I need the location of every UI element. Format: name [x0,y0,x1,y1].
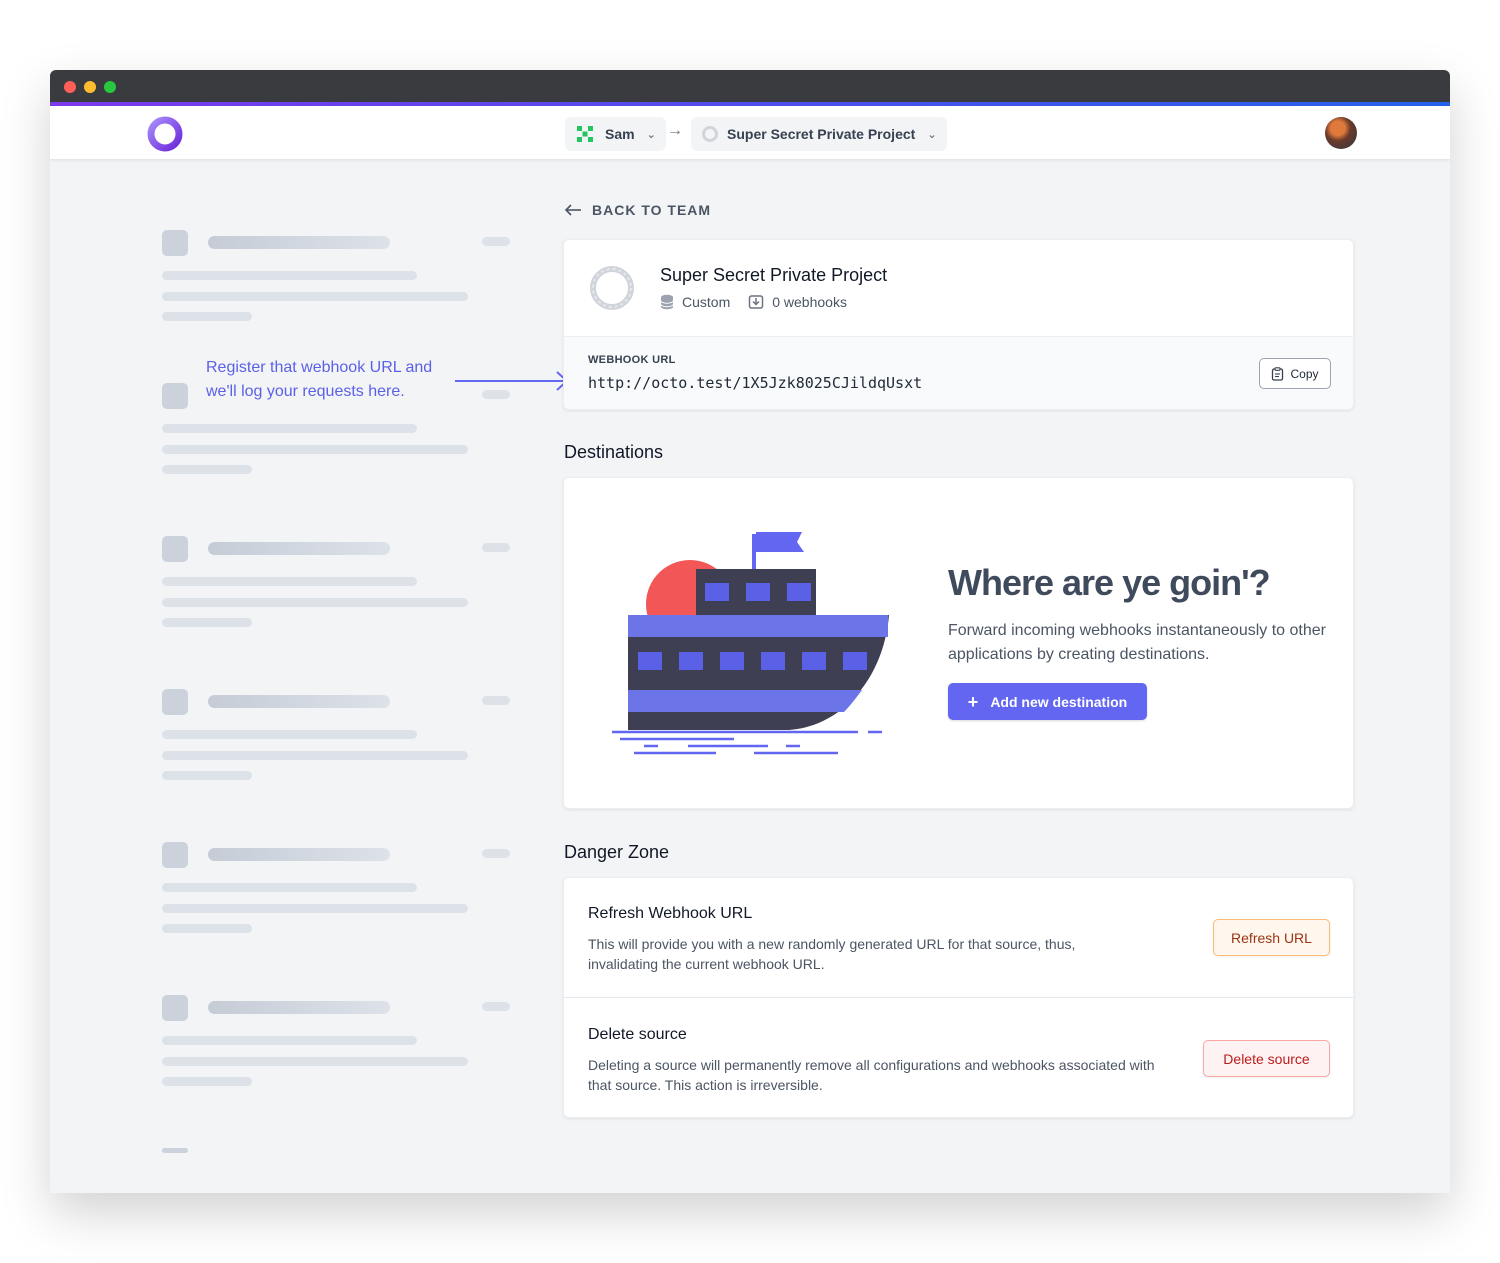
inbox-download-icon [748,295,764,309]
top-navbar: Sam ⌄ → Super Secret Private Project ⌄ [50,106,1450,160]
close-window-dot[interactable] [64,81,76,93]
zoom-window-dot[interactable] [104,81,116,93]
clipboard-icon [1272,366,1284,381]
empty-state-description: Forward incoming webhooks instantaneousl… [948,622,1326,663]
user-avatar[interactable] [1325,117,1357,149]
refresh-title: Refresh Webhook URL [588,905,753,922]
danger-zone-heading: Danger Zone [564,842,670,862]
title-bar [50,70,1450,102]
copy-label: Copy [1290,366,1319,381]
project-switcher[interactable]: Super Secret Private Project ⌄ [691,117,947,151]
webhook-url-box: WEBHOOK URL http://octo.test/1X5Jzk8025C… [564,336,1353,409]
webhook-url-value[interactable]: http://octo.test/1X5Jzk8025CJildqUsxt [588,374,922,392]
danger-zone-card: Refresh Webhook URL This will provide yo… [563,877,1354,1118]
project-card: Super Secret Private Project Custom 0 we… [563,239,1354,410]
delete-title: Delete source [588,1026,687,1043]
destinations-heading: Destinations [564,442,664,462]
refresh-url-button[interactable]: Refresh URL [1213,919,1330,956]
team-name: Sam [605,126,635,142]
delete-source-row: Delete source Deleting a source will per… [564,999,1353,1119]
database-icon [660,294,674,310]
ship-illustration-icon [612,532,889,755]
back-to-team-link[interactable]: BACK TO TEAM [564,202,711,218]
project-icon [702,126,718,142]
arrow-left-icon [564,204,581,216]
browser-window: Sam ⌄ → Super Secret Private Project ⌄ R… [50,70,1450,1193]
empty-state-title: Where are ye goin'? [948,562,1271,603]
plus-icon: + [967,691,979,712]
project-title: Super Secret Private Project [660,265,888,285]
annotation-text: Register that webhook URL and we'll log … [206,359,433,400]
destinations-empty-card: Where are ye goin'? Forward incoming web… [563,477,1354,809]
add-destination-button[interactable]: + Add new destination [948,683,1147,720]
project-logo-icon [590,266,634,310]
project-meta: Custom 0 webhooks [660,294,865,310]
project-name: Super Secret Private Project [727,126,916,142]
app-logo-icon[interactable] [145,114,185,154]
refresh-description: This will provide you with a new randoml… [588,936,1076,972]
webhook-url-label: WEBHOOK URL [588,354,676,366]
refresh-url-row: Refresh Webhook URL This will provide yo… [564,878,1353,998]
delete-source-button[interactable]: Delete source [1203,1040,1330,1077]
delete-description: Deleting a source will permanently remov… [588,1057,1155,1093]
annotation-arrow-icon [455,371,569,391]
copy-url-button[interactable]: Copy [1259,358,1331,389]
arrow-right-icon: → [667,122,683,139]
minimize-window-dot[interactable] [84,81,96,93]
team-icon [577,126,593,142]
chevron-down-icon: ⌄ [646,128,656,141]
back-label: BACK TO TEAM [592,202,712,218]
team-switcher[interactable]: Sam ⌄ [565,117,666,151]
project-type: Custom [660,294,730,310]
chevron-down-icon: ⌄ [927,128,937,141]
project-webhooks: 0 webhooks [748,294,847,310]
add-destination-label: Add new destination [990,693,1128,710]
project-type-label: Custom [682,294,731,310]
webhooks-count: 0 webhooks [772,294,847,310]
